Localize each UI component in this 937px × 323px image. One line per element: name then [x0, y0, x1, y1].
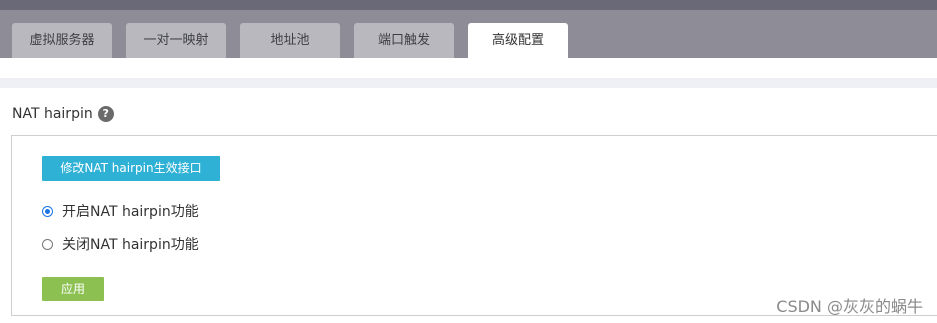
option-enable[interactable]: 开启NAT hairpin功能: [42, 201, 199, 221]
modify-interface-button[interactable]: 修改NAT hairpin生效接口: [42, 156, 220, 181]
option-enable-label: 开启NAT hairpin功能: [62, 204, 199, 220]
tab-bar: 虚拟服务器 一对一映射 地址池 端口触发 高级配置: [0, 10, 937, 58]
radio-disable[interactable]: [42, 238, 53, 250]
tab-address-pool[interactable]: 地址池: [240, 23, 340, 58]
option-disable-label: 关闭NAT hairpin功能: [62, 237, 199, 253]
apply-button[interactable]: 应用: [42, 277, 104, 301]
section-title-text: NAT hairpin: [12, 106, 93, 122]
radio-enable[interactable]: [42, 205, 53, 217]
tab-one-to-one-mapping[interactable]: 一对一映射: [126, 23, 226, 58]
section-title: NAT hairpin ?: [12, 104, 114, 124]
content-top-strip: [0, 78, 937, 88]
help-icon[interactable]: ?: [97, 106, 114, 122]
watermark: CSDN @灰灰的蜗牛: [776, 297, 923, 316]
top-header-bar: [0, 0, 937, 10]
tab-advanced-config[interactable]: 高级配置: [468, 23, 568, 58]
tab-virtual-server[interactable]: 虚拟服务器: [12, 23, 112, 58]
option-disable[interactable]: 关闭NAT hairpin功能: [42, 234, 199, 254]
tab-port-trigger[interactable]: 端口触发: [354, 23, 454, 58]
